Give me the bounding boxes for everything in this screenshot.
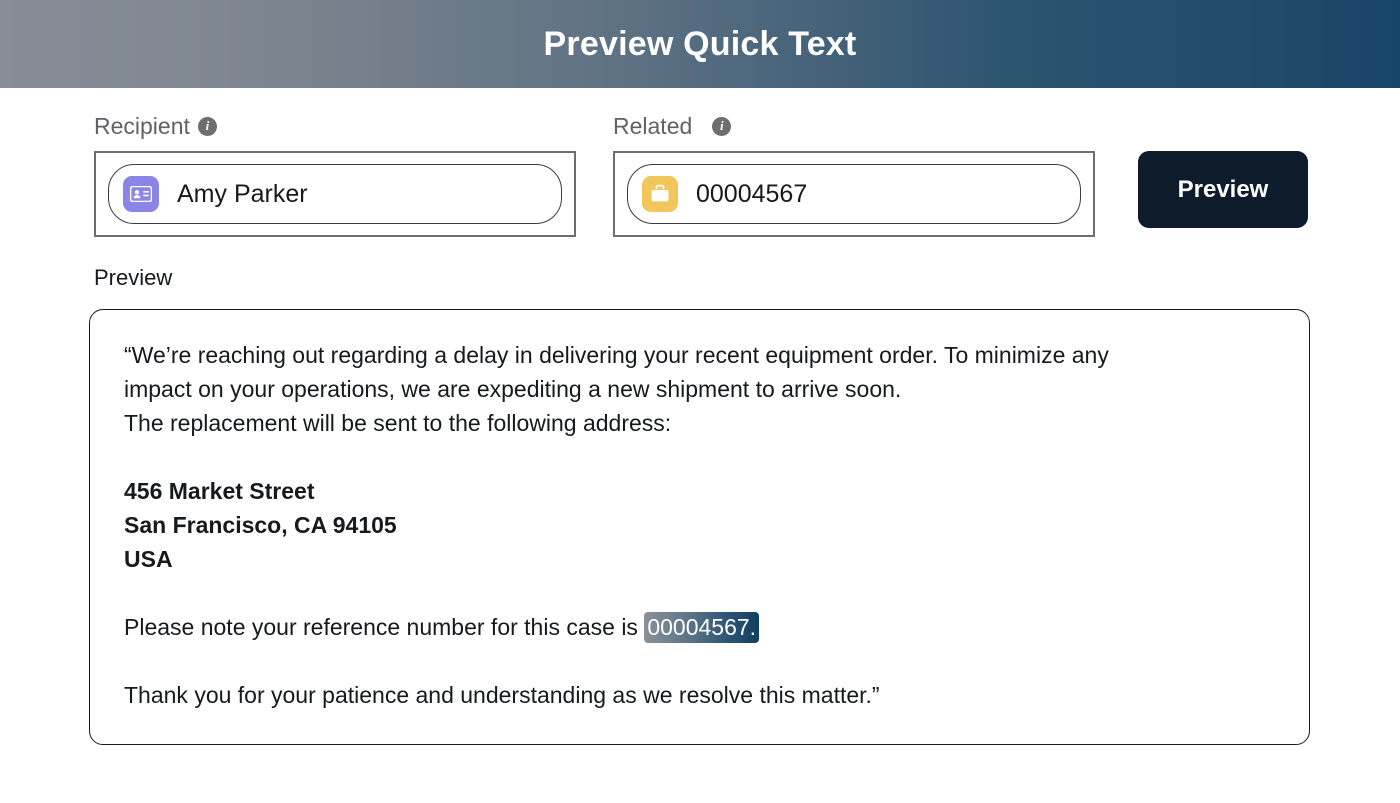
related-value: 00004567 <box>696 179 808 208</box>
info-icon[interactable]: i <box>712 116 732 136</box>
preview-section-heading: Preview <box>94 265 173 290</box>
recipient-value: Amy Parker <box>177 179 308 208</box>
preview-output-card: “We’re reaching out regarding a delay in… <box>89 309 1310 745</box>
reference-number-highlight: 00004567. <box>644 612 760 643</box>
info-icon[interactable]: i <box>197 116 217 136</box>
recipient-field-outer[interactable]: Amy Parker <box>94 151 576 237</box>
recipient-lookup-input[interactable]: Amy Parker <box>108 164 562 224</box>
preview-paragraph-intro-line3: The replacement will be sent to the foll… <box>124 410 672 436</box>
page-title: Preview Quick Text <box>543 24 857 63</box>
related-lookup-input[interactable]: 00004567 <box>627 164 1081 224</box>
app-header: Preview Quick Text <box>0 0 1400 88</box>
case-briefcase-icon <box>642 176 678 212</box>
related-field-group: Related i 00004567 <box>613 110 1095 237</box>
address-line-1: 456 Market Street <box>124 478 315 504</box>
recipient-label: Recipient i <box>94 110 576 142</box>
address-line-3: USA <box>124 546 173 572</box>
reference-prefix-text: Please note your reference number for th… <box>124 614 645 640</box>
fields-row: Recipient i Amy Parker Related i 0000456… <box>0 88 1400 237</box>
recipient-label-text: Recipient <box>94 112 190 139</box>
preview-button[interactable]: Preview <box>1138 151 1308 228</box>
main-content: Recipient i Amy Parker Related i 0000456… <box>0 88 1400 745</box>
related-label-text: Related <box>613 112 693 139</box>
preview-paragraph-intro-line2: impact on your operations, we are expedi… <box>124 376 902 402</box>
contact-card-icon <box>123 176 159 212</box>
closing-line: Thank you for your patience and understa… <box>124 682 880 708</box>
address-line-2: San Francisco, CA 94105 <box>124 512 397 538</box>
related-label: Related i <box>613 110 1095 142</box>
recipient-field-group: Recipient i Amy Parker <box>94 110 576 237</box>
reference-number-line: Please note your reference number for th… <box>124 610 1275 644</box>
related-field-outer[interactable]: 00004567 <box>613 151 1095 237</box>
preview-paragraph-intro-line1: “We’re reaching out regarding a delay in… <box>124 342 1109 368</box>
